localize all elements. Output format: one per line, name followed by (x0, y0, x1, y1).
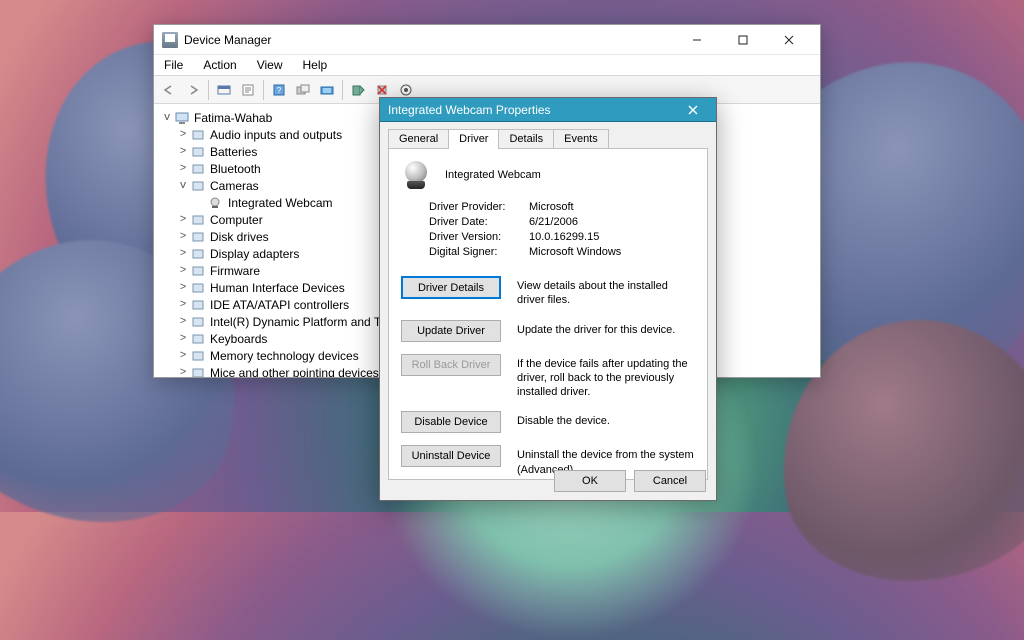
tab-events[interactable]: Events (553, 129, 609, 149)
tree-item-label: Disk drives (210, 230, 269, 244)
tree-item-label: Computer (210, 213, 263, 227)
cancel-button[interactable]: Cancel (634, 470, 706, 492)
tree-item-label: Memory technology devices (210, 349, 359, 363)
tree-item-label: Batteries (210, 145, 257, 159)
tab-driver[interactable]: Driver (448, 129, 499, 149)
update-driver-button[interactable]: Update Driver (401, 320, 501, 342)
menu-action[interactable]: Action (199, 57, 240, 73)
category-icon (190, 297, 206, 313)
rollback-driver-button: Roll Back Driver (401, 354, 501, 376)
help-button[interactable]: ? (268, 79, 290, 101)
tab-panel-driver: Integrated Webcam Driver Provider:Micros… (388, 148, 708, 480)
webcam-icon (401, 159, 433, 191)
category-icon (190, 314, 206, 330)
disable-device-desc: Disable the device. (517, 411, 695, 428)
category-icon (190, 127, 206, 143)
signer-label: Digital Signer: (429, 246, 529, 258)
version-label: Driver Version: (429, 231, 529, 243)
category-icon (190, 263, 206, 279)
menu-help[interactable]: Help (299, 57, 332, 73)
scan-button[interactable] (292, 79, 314, 101)
tree-item-label: Mice and other pointing devices (210, 366, 379, 378)
category-icon (190, 246, 206, 262)
rollback-driver-desc: If the device fails after updating the d… (517, 354, 695, 400)
tree-item-label: Cameras (210, 179, 259, 193)
dialog-titlebar[interactable]: Integrated Webcam Properties (380, 98, 716, 122)
category-icon (190, 229, 206, 245)
tree-item-label: Bluetooth (210, 162, 261, 176)
show-hidden-button[interactable] (213, 79, 235, 101)
category-icon (190, 144, 206, 160)
app-icon (162, 32, 178, 48)
tree-item-label: Display adapters (210, 247, 299, 261)
provider-label: Driver Provider: (429, 201, 529, 213)
webcam-icon (208, 195, 224, 211)
tab-details[interactable]: Details (498, 129, 554, 149)
menu-bar: File Action View Help (154, 55, 820, 76)
category-icon (190, 365, 206, 378)
ok-button[interactable]: OK (554, 470, 626, 492)
driver-details-desc: View details about the installed driver … (517, 276, 695, 308)
tree-item-label: IDE ATA/ATAPI controllers (210, 298, 349, 312)
update-driver-toolbar-button[interactable] (316, 79, 338, 101)
tree-item-label: Integrated Webcam (228, 196, 333, 210)
minimize-button[interactable] (674, 25, 720, 55)
menu-file[interactable]: File (160, 57, 187, 73)
category-icon (190, 348, 206, 364)
provider-value: Microsoft (529, 201, 695, 213)
back-button[interactable] (158, 79, 180, 101)
menu-view[interactable]: View (253, 57, 287, 73)
device-name: Integrated Webcam (445, 169, 541, 181)
close-button[interactable] (766, 25, 812, 55)
date-label: Driver Date: (429, 216, 529, 228)
enable-device-button[interactable] (347, 79, 369, 101)
tree-item-label: Human Interface Devices (210, 281, 345, 295)
dialog-close-button[interactable] (678, 99, 708, 121)
version-value: 10.0.16299.15 (529, 231, 695, 243)
tree-item-label: Firmware (210, 264, 260, 278)
tab-general[interactable]: General (388, 129, 449, 149)
update-driver-desc: Update the driver for this device. (517, 320, 695, 337)
maximize-button[interactable] (720, 25, 766, 55)
disable-device-button[interactable]: Disable Device (401, 411, 501, 433)
category-icon (190, 331, 206, 347)
driver-details-button[interactable]: Driver Details (401, 276, 501, 299)
titlebar[interactable]: Device Manager (154, 25, 820, 55)
window-title: Device Manager (184, 33, 271, 47)
uninstall-device-button[interactable]: Uninstall Device (401, 445, 501, 467)
tree-item-label: Keyboards (210, 332, 267, 346)
date-value: 6/21/2006 (529, 216, 695, 228)
properties-button[interactable] (237, 79, 259, 101)
signer-value: Microsoft Windows (529, 246, 695, 258)
tree-root-label: Fatima-Wahab (194, 111, 272, 125)
computer-icon (174, 110, 190, 126)
forward-button[interactable] (182, 79, 204, 101)
properties-dialog: Integrated Webcam Properties General Dri… (379, 97, 717, 501)
category-icon (190, 212, 206, 228)
category-icon (190, 161, 206, 177)
dialog-tabs: General Driver Details Events (380, 122, 716, 148)
category-icon (190, 178, 206, 194)
svg-text:?: ? (277, 86, 282, 95)
dialog-title: Integrated Webcam Properties (388, 103, 551, 117)
category-icon (190, 280, 206, 296)
tree-item-label: Audio inputs and outputs (210, 128, 342, 142)
